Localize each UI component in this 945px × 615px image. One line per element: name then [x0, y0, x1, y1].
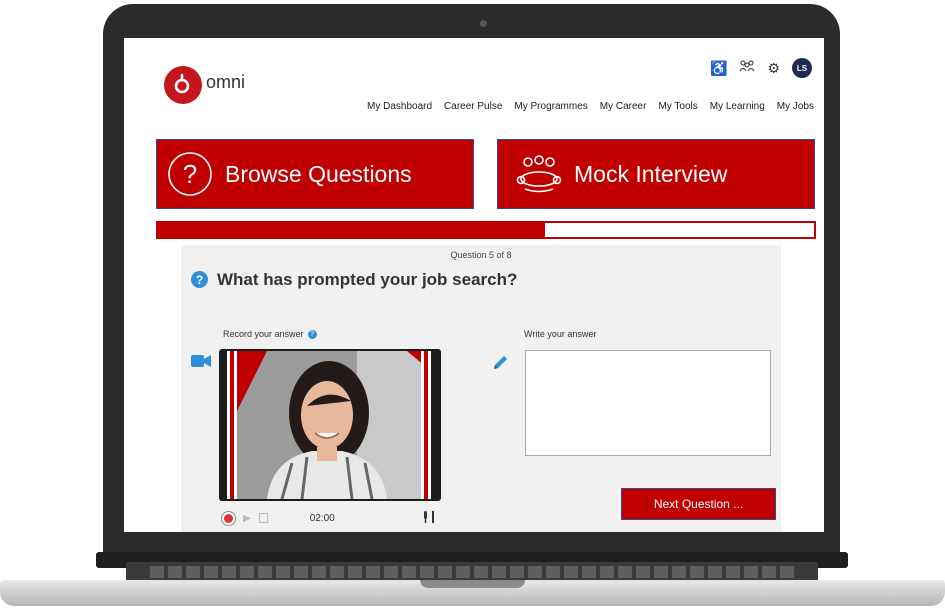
laptop-screen: omni ♿ ⚙ LS My Dashboard Career Pulse My…: [124, 38, 824, 532]
nav-my-tools[interactable]: My Tools: [658, 101, 697, 112]
recording-timer: 02:00: [309, 512, 335, 524]
nav-my-dashboard[interactable]: My Dashboard: [367, 101, 432, 112]
header-utilities: ♿ ⚙ LS: [710, 58, 812, 78]
nav-my-learning[interactable]: My Learning: [710, 101, 765, 112]
accessibility-icon[interactable]: ♿: [710, 60, 727, 77]
video-frame: [227, 351, 431, 499]
video-preview[interactable]: [219, 349, 441, 501]
nav-career-pulse[interactable]: Career Pulse: [444, 101, 502, 112]
write-answer-label: Write your answer: [524, 329, 597, 339]
record-answer-label: Record your answer ?: [223, 329, 317, 339]
progress-fill: [158, 223, 546, 237]
video-right-stripe: [421, 351, 431, 499]
question-progress-bar: [156, 221, 816, 239]
info-icon[interactable]: ?: [307, 329, 317, 339]
nav-my-jobs[interactable]: My Jobs: [777, 101, 814, 112]
webcam-dot: [480, 20, 487, 27]
presenter-image: [227, 351, 431, 499]
pencil-icon: [491, 354, 509, 377]
avatar[interactable]: LS: [792, 58, 812, 78]
nav-my-career[interactable]: My Career: [600, 101, 647, 112]
question-text: What has prompted your job search?: [217, 270, 518, 289]
main-navigation: My Dashboard Career Pulse My Programmes …: [367, 101, 814, 112]
answer-textarea[interactable]: [525, 350, 771, 456]
mock-interview-label: Mock Interview: [574, 160, 728, 187]
laptop-notch: [420, 580, 525, 588]
recorder-controls: ▶ 02:00: [219, 507, 441, 529]
video-camera-icon: [191, 354, 211, 373]
svg-text:?: ?: [183, 159, 197, 189]
video-left-stripe: [227, 351, 237, 499]
gear-icon[interactable]: ⚙: [767, 60, 780, 77]
question-help-icon[interactable]: ?: [191, 271, 208, 288]
record-answer-text: Record your answer: [223, 329, 304, 339]
group-meeting-icon: [516, 151, 562, 197]
browse-questions-tile[interactable]: ? Browse Questions: [156, 139, 474, 209]
people-icon[interactable]: [739, 60, 755, 76]
brand-name: omni: [206, 72, 246, 92]
play-icon[interactable]: ▶: [243, 513, 251, 524]
question-panel: Question 5 of 8 ? What has prompted your…: [181, 245, 781, 532]
browse-questions-label: Browse Questions: [225, 160, 412, 187]
keyboard-keys: [150, 566, 794, 578]
question-counter: Question 5 of 8: [450, 250, 512, 260]
omni-logo[interactable]: [164, 66, 202, 104]
save-icon[interactable]: [258, 513, 268, 523]
record-button[interactable]: [222, 511, 235, 525]
next-question-button[interactable]: Next Question ...: [621, 488, 776, 520]
microphone-icon[interactable]: [421, 510, 435, 527]
omni-logo-mark: [174, 73, 190, 94]
question-circle-icon: ?: [167, 151, 213, 197]
nav-my-programmes[interactable]: My Programmes: [514, 101, 587, 112]
mock-interview-tile[interactable]: Mock Interview: [497, 139, 815, 209]
